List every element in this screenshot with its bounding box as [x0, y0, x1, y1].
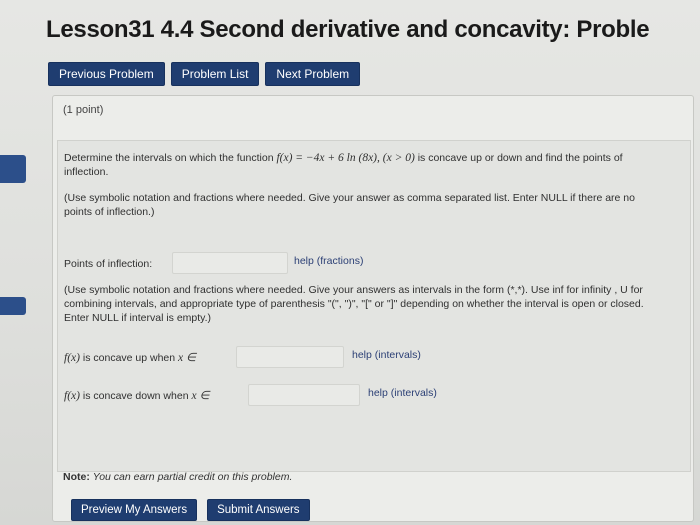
page-title: Lesson31 4.4 Second derivative and conca… — [46, 16, 650, 43]
concave-down-text: is concave down when — [82, 390, 189, 402]
concave-down-label: f(x) is concave down when x ∈ — [64, 389, 209, 403]
inflection-points-input[interactable] — [172, 252, 288, 274]
concave-up-text: is concave up when — [82, 352, 176, 364]
sidebar-tab-1[interactable] — [0, 155, 26, 183]
note-label: Note: — [63, 471, 90, 483]
instruction2-line3: Enter NULL if interval is empty.) — [64, 312, 212, 324]
problem-navigation: Previous Problem Problem List Next Probl… — [48, 62, 361, 86]
prompt-line2: inflection. — [64, 166, 109, 178]
partial-credit-note: Note: You can earn partial credit on thi… — [63, 471, 292, 483]
instructions-intervals: (Use symbolic notation and fractions whe… — [64, 283, 686, 325]
problem-body: Determine the intervals on which the fun… — [57, 140, 691, 472]
left-sidebar-edge — [0, 0, 30, 525]
instruction1-line2: points of inflection.) — [64, 206, 155, 218]
help-intervals-link-2[interactable]: help (intervals) — [368, 387, 437, 399]
previous-problem-button[interactable]: Previous Problem — [48, 62, 165, 86]
note-text: You can earn partial credit on this prob… — [92, 471, 293, 483]
help-fractions-link[interactable]: help (fractions) — [294, 255, 363, 267]
function-expression: f(x) = −4x + 6 ln (8x), (x > 0) — [276, 152, 415, 164]
concave-down-fx: f(x) — [64, 390, 80, 402]
prompt-intro: Determine the intervals on which the fun… — [64, 152, 274, 164]
answer-actions: Preview My Answers Submit Answers — [71, 499, 310, 521]
concave-up-fx: f(x) — [64, 352, 80, 364]
instruction1-line1: (Use symbolic notation and fractions whe… — [64, 192, 635, 204]
instruction2-line2: combining intervals, and appropriate typ… — [64, 298, 644, 310]
problem-list-button[interactable]: Problem List — [170, 62, 260, 86]
concave-up-input[interactable] — [236, 346, 344, 368]
prompt-end: is concave up or down and find the point… — [417, 152, 623, 164]
concave-down-input[interactable] — [248, 384, 360, 406]
instruction2-line1: (Use symbolic notation and fractions whe… — [64, 284, 643, 296]
problem-prompt: Determine the intervals on which the fun… — [64, 151, 686, 179]
preview-answers-button[interactable]: Preview My Answers — [71, 499, 198, 521]
sidebar-tab-2[interactable] — [0, 297, 26, 315]
submit-answers-button[interactable]: Submit Answers — [207, 499, 310, 521]
concave-up-label: f(x) is concave up when x ∈ — [64, 351, 196, 365]
help-intervals-link-1[interactable]: help (intervals) — [352, 349, 421, 361]
concave-down-symbol: x ∈ — [191, 390, 210, 402]
concave-up-symbol: x ∈ — [178, 352, 197, 364]
problem-card: (1 point) Determine the intervals on whi… — [52, 95, 694, 522]
instructions-inflection: (Use symbolic notation and fractions whe… — [64, 191, 686, 219]
next-problem-button[interactable]: Next Problem — [265, 62, 361, 86]
inflection-label: Points of inflection: — [64, 258, 153, 270]
points-label: (1 point) — [63, 104, 104, 116]
